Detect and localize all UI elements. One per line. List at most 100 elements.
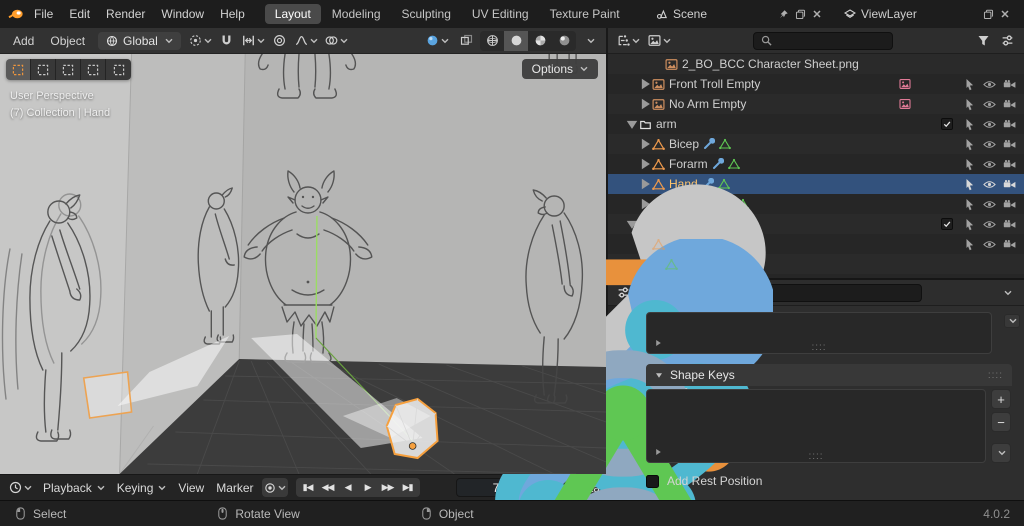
shading-solid-button[interactable] [504, 30, 528, 51]
viewlayer-selector[interactable]: ViewLayer [838, 5, 1016, 23]
workspace-tab-texture-paint[interactable]: Texture Paint [540, 4, 630, 24]
menu-render[interactable]: Render [98, 5, 153, 23]
shading-wireframe-button[interactable] [480, 31, 504, 51]
pointer-icon[interactable] [963, 178, 976, 191]
shading-material-button[interactable] [528, 31, 552, 51]
outliner-row-2-bo-bcc-character-sheet-png[interactable]: 2_BO_BCC Character Sheet.png [608, 54, 1024, 74]
material-preview-button[interactable] [423, 31, 452, 51]
shape-keys-list[interactable]: :::: [646, 389, 986, 463]
scroll-down-button[interactable] [1004, 314, 1020, 328]
timeline-menu-view[interactable]: View [178, 481, 204, 495]
pointer-icon[interactable] [963, 98, 976, 111]
toggle-xray-button[interactable] [455, 31, 477, 51]
pointer-icon[interactable] [963, 118, 976, 131]
eye-icon[interactable] [983, 78, 996, 91]
blender-logo-icon[interactable] [8, 6, 24, 22]
menu-edit[interactable]: Edit [61, 5, 98, 23]
shape-keys-panel-header[interactable]: Shape Keys :::: [646, 364, 1012, 386]
eye-icon[interactable] [983, 238, 996, 251]
pointer-icon[interactable] [963, 238, 976, 251]
disclosure-closed-icon[interactable] [638, 138, 652, 150]
viewport-menu-add[interactable]: Add [5, 32, 42, 50]
remove-shape-key-button[interactable]: − [991, 412, 1011, 432]
camera-icon[interactable] [1003, 218, 1016, 231]
disclosure-closed-icon[interactable] [638, 98, 652, 110]
list-item-disclosure-icon[interactable] [654, 448, 662, 456]
shading-dropdown-button[interactable] [579, 31, 601, 51]
eye-icon[interactable] [983, 158, 996, 171]
magnet-button[interactable] [216, 31, 238, 51]
timeline-menu-marker[interactable]: Marker [216, 481, 253, 495]
timeline-menu-keying[interactable]: Keying [117, 481, 167, 495]
pointer-icon[interactable] [963, 218, 976, 231]
select-intersect-button[interactable] [106, 59, 131, 80]
jump-to-end-button[interactable]: ▶▮ [398, 479, 418, 497]
collection-checkbox[interactable] [941, 218, 953, 230]
pointer-icon[interactable] [963, 78, 976, 91]
display-mode-button[interactable] [645, 31, 674, 51]
falloff-button[interactable] [292, 31, 321, 51]
meshdata-icon[interactable] [727, 158, 740, 170]
next-keyframe-button[interactable]: ▶▶ [378, 479, 398, 497]
camera-icon[interactable] [1003, 78, 1016, 91]
shading-rendered-button[interactable] [552, 31, 576, 51]
camera-icon[interactable] [1003, 238, 1016, 251]
collection-checkbox[interactable] [941, 118, 953, 130]
workspace-tab-modeling[interactable]: Modeling [322, 4, 391, 24]
select-invert-button[interactable] [81, 59, 106, 80]
viewport-canvas[interactable]: Options User Perspective (7) Collection … [0, 54, 606, 474]
camera-icon[interactable] [1003, 198, 1016, 211]
pointer-icon[interactable] [963, 138, 976, 151]
timeline-menu-playback[interactable]: Playback [43, 481, 105, 495]
eye-icon[interactable] [983, 218, 996, 231]
camera-icon[interactable] [1003, 178, 1016, 191]
eye-icon[interactable] [983, 138, 996, 151]
viewport-menu-object[interactable]: Object [42, 32, 93, 50]
resize-grip[interactable]: :::: [811, 343, 826, 353]
outliner-editor-button[interactable] [614, 31, 643, 51]
outliner-row-front-troll-empty[interactable]: Front Troll Empty [608, 74, 1024, 94]
outliner-row-arm[interactable]: arm [608, 114, 1024, 134]
camera-icon[interactable] [1003, 118, 1016, 131]
pin-icon[interactable] [778, 9, 789, 20]
eye-icon[interactable] [983, 198, 996, 211]
prop-button[interactable] [269, 31, 291, 51]
shape-key-specials-button[interactable] [991, 443, 1011, 463]
outliner-row-bicep[interactable]: Bicep [608, 134, 1024, 154]
menu-file[interactable]: File [26, 5, 61, 23]
previous-keyframe-button[interactable]: ◀◀ [318, 479, 338, 497]
scene-selector[interactable]: Scene [650, 5, 828, 23]
disclosure-open-icon[interactable] [625, 120, 639, 129]
eye-icon[interactable] [983, 118, 996, 131]
outliner-search[interactable] [753, 31, 893, 50]
snapto-button[interactable] [239, 31, 268, 51]
panel-grip[interactable]: :::: [988, 370, 1003, 381]
pointer-icon[interactable] [963, 158, 976, 171]
eye-icon[interactable] [983, 178, 996, 191]
timeline-editor-type-button[interactable] [6, 478, 35, 498]
workspace-tab-layout[interactable]: Layout [264, 4, 321, 24]
select-extend-button[interactable] [31, 59, 56, 80]
camera-icon[interactable] [1003, 98, 1016, 111]
camera-icon[interactable] [1003, 138, 1016, 151]
outliner-row-forarm[interactable]: Forarm [608, 154, 1024, 174]
add-rest-position-checkbox[interactable] [646, 474, 659, 488]
unlink-scene-icon[interactable] [812, 9, 822, 19]
disclosure-closed-icon[interactable] [638, 78, 652, 90]
eye-icon[interactable] [983, 98, 996, 111]
properties-options-button[interactable] [996, 283, 1018, 303]
funnel-button[interactable] [972, 31, 994, 51]
pivot-button[interactable] [186, 31, 215, 51]
wrench-icon[interactable] [712, 158, 724, 170]
new-viewlayer-icon[interactable] [983, 9, 994, 20]
play-button[interactable]: ▶ [358, 479, 378, 497]
vertex-groups-list[interactable]: :::: [646, 312, 992, 354]
list-item-disclosure-icon[interactable] [654, 339, 662, 347]
remove-viewlayer-icon[interactable] [1000, 9, 1010, 19]
camera-icon[interactable] [1003, 158, 1016, 171]
meshdata-icon[interactable] [719, 138, 731, 150]
resize-grip[interactable]: :::: [808, 452, 823, 462]
wrench-icon[interactable] [703, 138, 716, 150]
jump-to-start-button[interactable]: ▮◀ [298, 479, 318, 497]
menu-help[interactable]: Help [212, 5, 253, 23]
